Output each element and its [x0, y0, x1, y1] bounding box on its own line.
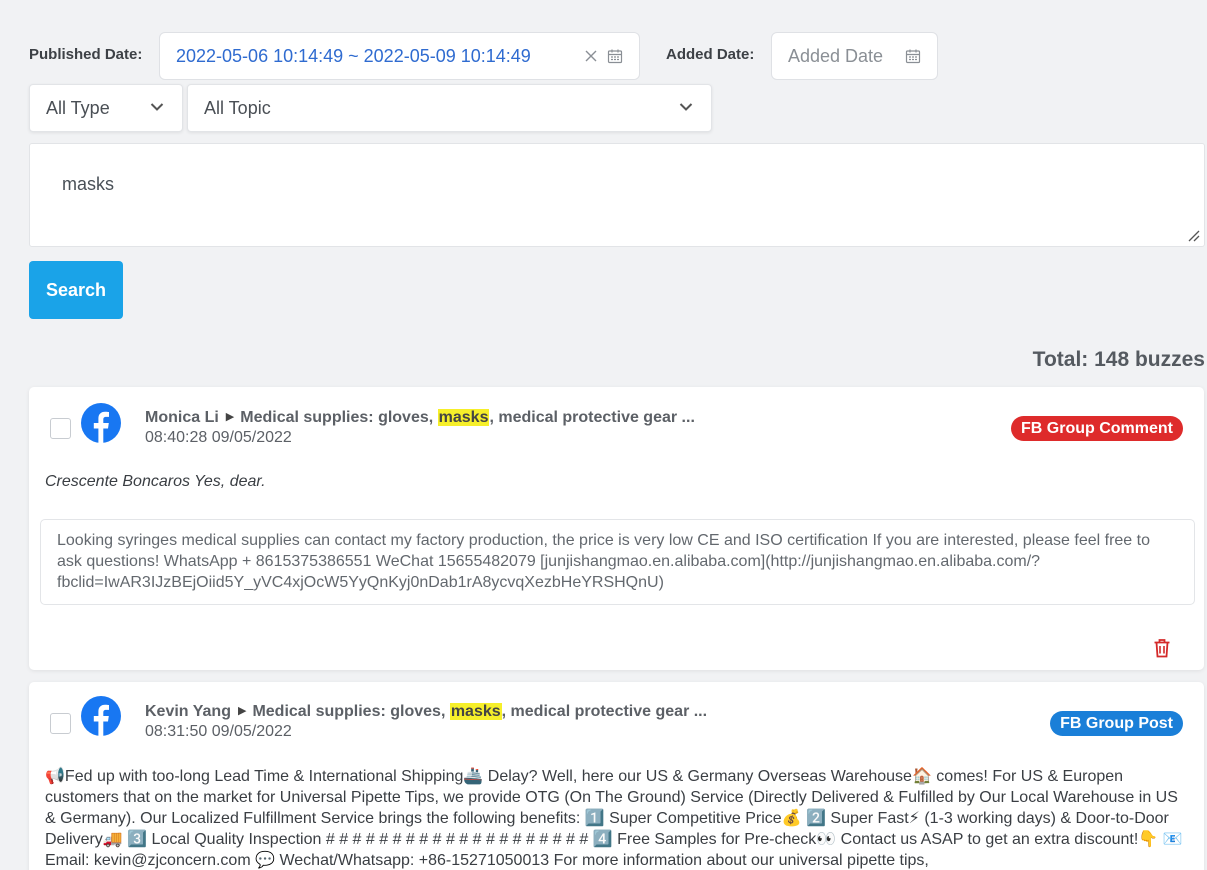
search-button[interactable]: Search: [29, 261, 123, 319]
topic-prefix: Medical supplies: gloves,: [240, 409, 438, 426]
buzz-body: 📢Fed up with too-long Lead Time & Intern…: [45, 768, 1183, 869]
caret-right-icon: ▶: [237, 705, 247, 717]
search-textarea[interactable]: masks: [29, 143, 1205, 247]
trash-icon[interactable]: [1153, 638, 1171, 658]
buzz-meta: Monica Li ▶ Medical supplies: gloves, mask…: [145, 409, 695, 447]
buzz-datetime: 08:31:50 09/05/2022: [145, 723, 292, 740]
topic-suffix: , medical protective gear ...: [489, 409, 695, 426]
caret-right-icon: ▶: [225, 411, 235, 423]
facebook-icon: [81, 403, 121, 443]
topic-select[interactable]: All Topic: [187, 84, 712, 132]
select-checkbox[interactable]: [50, 713, 71, 734]
added-date-input[interactable]: Added Date: [771, 32, 938, 80]
chevron-down-icon: [150, 103, 164, 111]
total-count: Total: 148 buzzes: [1032, 348, 1205, 371]
quoted-post: Looking syringes medical supplies can co…: [40, 519, 1195, 605]
published-date-range-input[interactable]: 2022-05-06 10:14:49 ~ 2022-05-09 10:14:4…: [159, 32, 640, 80]
topic-prefix: Medical supplies: gloves,: [252, 703, 450, 720]
calendar-icon[interactable]: [905, 48, 921, 64]
author-name[interactable]: Monica Li: [145, 409, 219, 426]
calendar-icon[interactable]: [607, 48, 623, 64]
type-badge: FB Group Post: [1050, 711, 1183, 736]
buzz-comment: Crescente Boncaros Yes, dear.: [45, 473, 266, 490]
type-badge: FB Group Comment: [1011, 416, 1183, 441]
buzz-source-line: Monica Li ▶ Medical supplies: gloves, mask…: [145, 409, 695, 427]
resize-handle-icon[interactable]: [1188, 230, 1200, 242]
type-select-value: All Type: [46, 98, 110, 118]
buzz-source-line: Kevin Yang ▶ Medical supplies: gloves, mas…: [145, 703, 707, 721]
search-text: masks: [62, 174, 115, 194]
published-date-label: Published Date:: [29, 46, 143, 63]
type-select[interactable]: All Type: [29, 84, 183, 132]
buzz-meta: Kevin Yang ▶ Medical supplies: gloves, mas…: [145, 703, 707, 741]
keyword-highlight: masks: [449, 703, 502, 720]
keyword-highlight: masks: [437, 409, 490, 426]
topic-suffix: , medical protective gear ...: [501, 703, 708, 720]
published-date-value: 2022-05-06 10:14:49 ~ 2022-05-09 10:14:4…: [176, 46, 531, 66]
added-date-label: Added Date:: [666, 46, 755, 63]
buzz-card: Monica Li ▶ Medical supplies: gloves, mask…: [29, 387, 1204, 670]
topic-select-value: All Topic: [204, 98, 271, 118]
added-date-placeholder: Added Date: [788, 46, 884, 66]
select-checkbox[interactable]: [50, 418, 71, 439]
facebook-icon: [81, 696, 121, 736]
clear-icon[interactable]: [583, 48, 599, 64]
buzz-card: Kevin Yang ▶ Medical supplies: gloves, mas…: [29, 682, 1204, 870]
buzz-datetime: 08:40:28 09/05/2022: [145, 429, 292, 446]
author-name[interactable]: Kevin Yang: [145, 703, 231, 720]
date-filter-row: Published Date: 2022-05-06 10:14:49 ~ 20…: [29, 32, 1199, 80]
chevron-down-icon: [679, 103, 693, 111]
